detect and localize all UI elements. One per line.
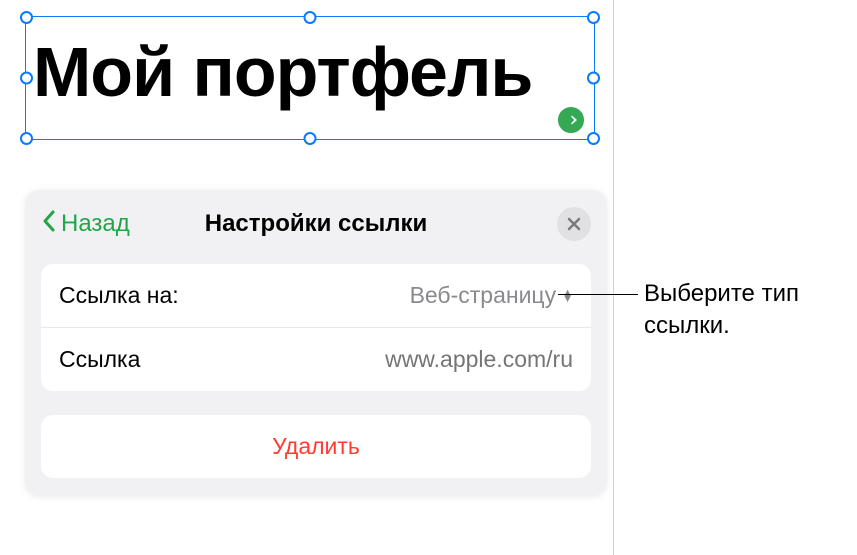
- link-arrow-icon: [563, 112, 579, 128]
- popover-title: Настройки ссылки: [205, 210, 428, 238]
- link-type-select[interactable]: Веб-страницу ▲▼: [410, 282, 573, 309]
- link-to-label: Ссылка на:: [59, 282, 179, 309]
- link-url-label: Ссылка: [59, 346, 140, 373]
- resize-handle-top-left[interactable]: [20, 11, 33, 24]
- popover-header: Назад Настройки ссылки: [25, 190, 607, 254]
- select-arrows-icon: ▲▼: [562, 290, 573, 302]
- resize-handle-bottom-right[interactable]: [587, 132, 600, 145]
- chevron-left-icon: [41, 208, 57, 240]
- resize-handle-middle-right[interactable]: [587, 72, 600, 85]
- back-label: Назад: [61, 210, 130, 238]
- text-box-content[interactable]: Мой портфель: [33, 32, 532, 112]
- link-form-group: Ссылка на: Веб-страницу ▲▼ Ссылка: [41, 264, 591, 391]
- back-button[interactable]: Назад: [41, 208, 130, 240]
- link-url-input[interactable]: [293, 346, 573, 373]
- close-button[interactable]: [557, 207, 591, 241]
- link-settings-popover: Назад Настройки ссылки Ссылка на: Веб-ст…: [25, 190, 607, 496]
- link-type-value: Веб-страницу: [410, 282, 557, 309]
- link-url-row: Ссылка: [41, 328, 591, 391]
- link-to-row: Ссылка на: Веб-страницу ▲▼: [41, 264, 591, 328]
- resize-handle-bottom-left[interactable]: [20, 132, 33, 145]
- resize-handle-bottom-center[interactable]: [304, 132, 317, 145]
- callout-text: Выберите тип ссылки.: [644, 278, 857, 343]
- editor-panel: Мой портфель Назад Настройки ссылки: [0, 0, 614, 555]
- selected-text-box[interactable]: Мой портфель: [25, 14, 597, 144]
- close-icon: [567, 217, 581, 231]
- resize-handle-top-center[interactable]: [304, 11, 317, 24]
- delete-button[interactable]: Удалить: [41, 415, 591, 478]
- callout-leader-line: [558, 294, 638, 295]
- link-indicator-badge[interactable]: [555, 104, 587, 136]
- resize-handle-top-right[interactable]: [587, 11, 600, 24]
- resize-handle-middle-left[interactable]: [20, 72, 33, 85]
